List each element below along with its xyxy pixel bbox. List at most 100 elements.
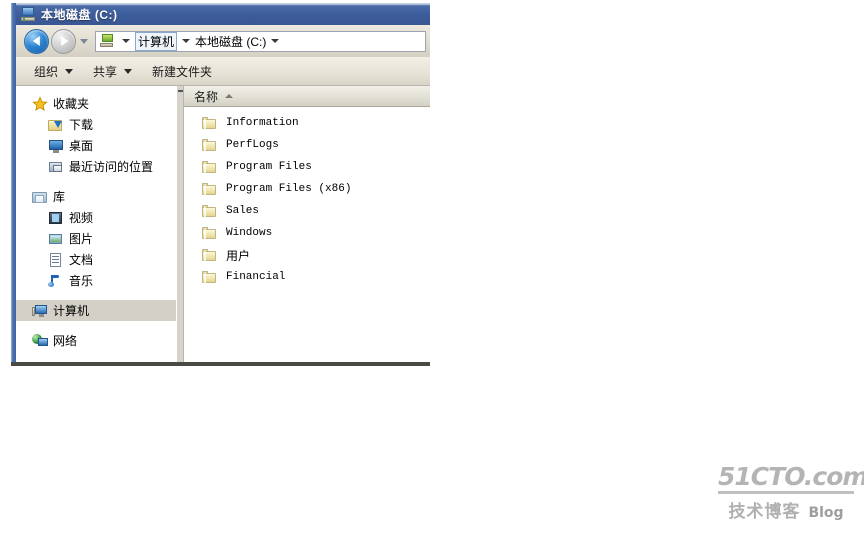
- nav-group-spacer: [16, 291, 176, 300]
- address-input[interactable]: 计算机 本地磁盘 (C:): [95, 30, 426, 52]
- watermark-subtitle-cn: 技术博客: [728, 502, 801, 522]
- breadcrumb-local-disk[interactable]: 本地磁盘 (C:): [195, 33, 266, 50]
- recent-places-icon: [48, 159, 64, 175]
- sidebar-item-music-label: 音乐: [69, 274, 94, 288]
- pane-splitter[interactable]: [176, 86, 184, 362]
- address-bar: 计算机 本地磁盘 (C:): [16, 25, 430, 57]
- table-row[interactable]: Information: [184, 112, 430, 134]
- sidebar-item-desktop[interactable]: 桌面: [16, 135, 176, 156]
- chevron-down-icon[interactable]: [122, 39, 130, 43]
- nav-group-spacer: [16, 177, 176, 186]
- music-icon: [48, 273, 64, 289]
- sort-ascending-icon: [225, 94, 234, 98]
- nav-group-favorites[interactable]: 收藏夹: [16, 93, 176, 114]
- folder-icon: [202, 138, 218, 152]
- sidebar-item-computer-label: 计算机: [53, 304, 90, 318]
- nav-group-libraries-label: 库: [53, 190, 66, 204]
- watermark-subtitle-en: Blog: [808, 505, 844, 521]
- nav-group-spacer: [16, 321, 176, 330]
- new-folder-label: 新建文件夹: [152, 64, 213, 79]
- desktop-icon: [48, 138, 64, 154]
- file-name: Information: [226, 117, 299, 129]
- table-row[interactable]: 用户: [184, 244, 430, 266]
- title-bar[interactable]: 本地磁盘 (C:): [16, 3, 430, 25]
- folder-icon: [202, 226, 218, 240]
- back-arrow-icon[interactable]: [24, 28, 49, 54]
- local-disk-icon: [20, 6, 36, 22]
- sidebar-item-recent-places-label: 最近访问的位置: [69, 160, 154, 174]
- sidebar-item-network-label: 网络: [53, 334, 78, 348]
- folder-icon: [202, 160, 218, 174]
- sidebar-item-music[interactable]: 音乐: [16, 270, 176, 291]
- file-name: Sales: [226, 205, 260, 217]
- sidebar-item-pictures[interactable]: 图片: [16, 228, 176, 249]
- table-row[interactable]: Financial: [184, 266, 430, 288]
- picture-icon: [48, 231, 64, 247]
- caret-down-icon: [65, 68, 74, 74]
- table-row[interactable]: Program Files: [184, 156, 430, 178]
- network-icon: [32, 333, 48, 349]
- library-icon: [32, 189, 48, 205]
- column-header-name-label: 名称: [194, 89, 219, 104]
- nav-group-libraries[interactable]: 库: [16, 186, 176, 207]
- caret-down-icon: [124, 68, 133, 74]
- navigation-pane: 收藏夹 下载 桌面 最近访问的位置 库 视频 图片 文档 音乐 计算机 网络: [16, 86, 176, 362]
- computer-icon: [32, 303, 48, 319]
- file-name: Financial: [226, 271, 286, 283]
- file-name: Program Files (x86): [226, 183, 352, 195]
- file-name: PerfLogs: [226, 139, 279, 151]
- file-name: 用户: [226, 248, 251, 263]
- organize-label: 组织: [34, 64, 59, 79]
- sidebar-item-documents[interactable]: 文档: [16, 249, 176, 270]
- chevron-down-icon[interactable]: [271, 39, 280, 43]
- sidebar-item-documents-label: 文档: [69, 253, 94, 267]
- table-row[interactable]: Sales: [184, 200, 430, 222]
- folder-icon: [202, 270, 218, 284]
- nav-group-favorites-label: 收藏夹: [53, 97, 90, 111]
- star-icon: [32, 95, 48, 112]
- sidebar-item-recent-places[interactable]: 最近访问的位置: [16, 156, 176, 177]
- file-name: Windows: [226, 227, 273, 239]
- share-label: 共享: [93, 64, 118, 79]
- document-icon: [48, 252, 64, 268]
- folder-icon: [202, 204, 218, 218]
- sidebar-item-videos-label: 视频: [69, 211, 94, 225]
- table-row[interactable]: Program Files (x86): [184, 178, 430, 200]
- watermark: 51CTO.com 技术博客 Blog: [718, 464, 864, 522]
- file-name: Program Files: [226, 161, 312, 173]
- new-folder-button[interactable]: 新建文件夹: [152, 63, 212, 80]
- folder-icon: [202, 116, 218, 130]
- forward-arrow-icon[interactable]: [51, 28, 76, 54]
- file-list: Information PerfLogs Program Files Progr…: [184, 107, 430, 288]
- table-row[interactable]: PerfLogs: [184, 134, 430, 156]
- window-frame-bottom-edge: [11, 362, 430, 366]
- splitter-grip: [178, 90, 183, 92]
- sidebar-item-desktop-label: 桌面: [69, 139, 94, 153]
- command-toolbar: 组织 共享 新建文件夹: [16, 57, 430, 86]
- chevron-down-icon[interactable]: [182, 39, 191, 43]
- watermark-site: 51CTO.com: [718, 464, 864, 494]
- watermark-subtitle: 技术博客 Blog: [718, 497, 854, 522]
- chevron-down-icon[interactable]: [80, 38, 88, 44]
- sidebar-item-downloads-label: 下载: [69, 118, 94, 132]
- explorer-window: 本地磁盘 (C:) 计算机 本地磁盘 (C:) 组织 共享 新建文件夹 收藏夹 …: [11, 3, 430, 366]
- window-body: 收藏夹 下载 桌面 最近访问的位置 库 视频 图片 文档 音乐 计算机 网络 名…: [16, 86, 430, 362]
- column-header-row: 名称: [184, 86, 430, 107]
- folder-icon: [202, 182, 218, 196]
- computer-icon: [99, 34, 115, 48]
- sidebar-item-network[interactable]: 网络: [16, 330, 176, 351]
- sidebar-item-videos[interactable]: 视频: [16, 207, 176, 228]
- column-header-name[interactable]: 名称: [184, 86, 430, 106]
- folder-icon: [202, 248, 218, 262]
- organize-button[interactable]: 组织: [34, 63, 74, 80]
- sidebar-item-computer[interactable]: 计算机: [16, 300, 176, 321]
- sidebar-item-downloads[interactable]: 下载: [16, 114, 176, 135]
- window-title: 本地磁盘 (C:): [41, 7, 118, 22]
- breadcrumb-computer[interactable]: 计算机: [135, 31, 178, 51]
- file-list-pane: 名称 Information PerfLogs Program Files Pr…: [184, 86, 430, 362]
- download-folder-icon: [48, 117, 64, 133]
- share-button[interactable]: 共享: [93, 63, 133, 80]
- video-icon: [48, 210, 64, 226]
- sidebar-item-pictures-label: 图片: [69, 232, 94, 246]
- table-row[interactable]: Windows: [184, 222, 430, 244]
